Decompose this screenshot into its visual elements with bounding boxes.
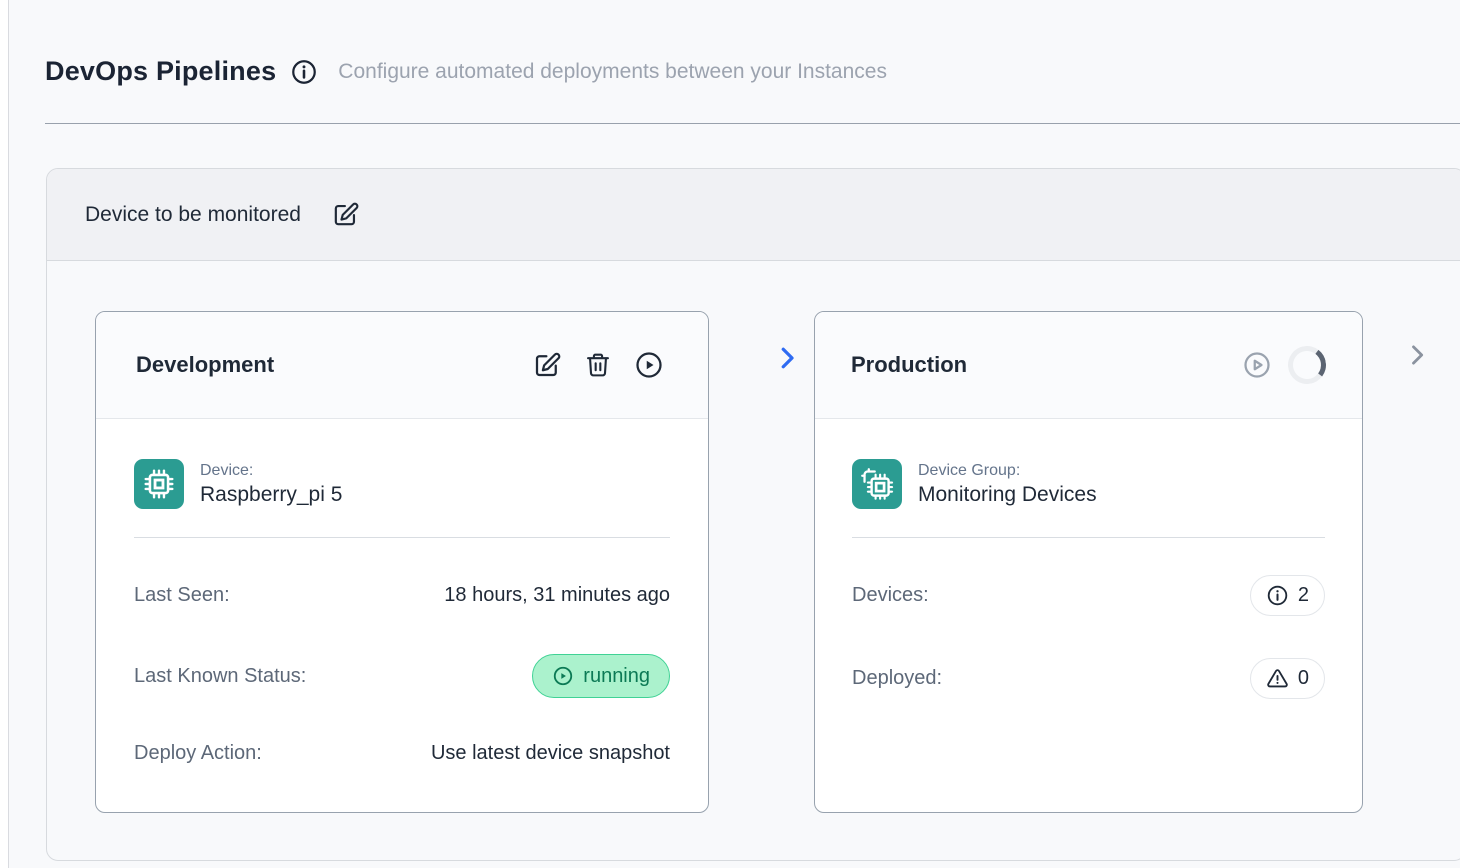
edit-square-icon bbox=[331, 200, 360, 229]
development-card-body: Device: Raspberry_pi 5 Last Seen: 18 hou… bbox=[96, 459, 708, 765]
devops-pipelines-page: DevOps Pipelines Configure automated dep… bbox=[8, 0, 1460, 868]
last-seen-row: Last Seen: 18 hours, 31 minutes ago bbox=[134, 584, 670, 607]
edit-square-icon bbox=[532, 350, 562, 380]
stage-title-development: Development bbox=[136, 352, 274, 378]
device-info: Device: Raspberry_pi 5 bbox=[200, 462, 342, 507]
play-circle-icon bbox=[552, 665, 574, 687]
play-circle-icon bbox=[634, 350, 664, 380]
deployed-label: Deployed: bbox=[852, 667, 942, 690]
edit-pipeline-button[interactable] bbox=[331, 200, 360, 229]
device-group-info: Device Group: Monitoring Devices bbox=[918, 462, 1097, 507]
device-row: Device: Raspberry_pi 5 bbox=[134, 459, 670, 509]
run-stage-button[interactable] bbox=[634, 350, 664, 380]
flow-chevron-right-icon bbox=[772, 341, 802, 380]
stage-card-development: Development bbox=[95, 311, 709, 813]
info-icon[interactable] bbox=[290, 58, 318, 86]
card-divider bbox=[852, 537, 1325, 538]
pipeline-panel: Device to be monitored Development bbox=[46, 168, 1460, 861]
run-stage-button-disabled[interactable] bbox=[1242, 350, 1272, 380]
last-seen-value: 18 hours, 31 minutes ago bbox=[444, 584, 670, 607]
development-card-header: Development bbox=[96, 312, 708, 419]
devices-count-badge[interactable]: 2 bbox=[1250, 575, 1325, 616]
last-seen-label: Last Seen: bbox=[134, 584, 230, 607]
device-group-label: Device Group: bbox=[918, 462, 1097, 480]
card-divider bbox=[134, 537, 670, 538]
stage-card-production: Production bbox=[814, 311, 1363, 813]
production-actions bbox=[1242, 346, 1326, 384]
deployed-row: Deployed: 0 bbox=[852, 658, 1325, 699]
page-subtitle: Configure automated deployments between … bbox=[338, 60, 887, 84]
edit-stage-button[interactable] bbox=[532, 350, 562, 380]
deploy-action-row: Deploy Action: Use latest device snapsho… bbox=[134, 742, 670, 765]
page-header: DevOps Pipelines Configure automated dep… bbox=[45, 56, 887, 87]
status-badge: running bbox=[532, 654, 670, 698]
next-stage-chevron-icon bbox=[1403, 339, 1431, 376]
pipeline-name: Device to be monitored bbox=[85, 203, 301, 227]
status-label: Last Known Status: bbox=[134, 665, 306, 688]
page-divider bbox=[45, 123, 1460, 124]
status-value: running bbox=[583, 665, 650, 688]
device-label: Device: bbox=[200, 462, 342, 480]
devices-label: Devices: bbox=[852, 584, 929, 607]
production-card-body: Device Group: Monitoring Devices Devices… bbox=[815, 459, 1362, 699]
delete-stage-button[interactable] bbox=[584, 351, 612, 379]
production-card-header: Production bbox=[815, 312, 1362, 419]
loading-spinner-icon bbox=[1286, 344, 1329, 387]
device-group-name: Monitoring Devices bbox=[918, 483, 1097, 507]
deploy-action-label: Deploy Action: bbox=[134, 742, 262, 765]
development-actions bbox=[532, 350, 664, 380]
page-title: DevOps Pipelines bbox=[45, 56, 276, 87]
device-name: Raspberry_pi 5 bbox=[200, 483, 342, 507]
deploy-action-value: Use latest device snapshot bbox=[431, 742, 670, 765]
device-group-row: Device Group: Monitoring Devices bbox=[852, 459, 1325, 509]
chip-icon bbox=[134, 459, 184, 509]
last-known-status-row: Last Known Status: running bbox=[134, 654, 670, 698]
chip-group-icon bbox=[852, 459, 902, 509]
warning-triangle-icon bbox=[1266, 667, 1289, 690]
stage-title-production: Production bbox=[851, 352, 967, 378]
devices-count: 2 bbox=[1298, 584, 1309, 607]
play-circle-icon bbox=[1242, 350, 1272, 380]
trash-icon bbox=[584, 351, 612, 379]
devices-row: Devices: 2 bbox=[852, 575, 1325, 616]
screen: DevOps Pipelines Configure automated dep… bbox=[0, 0, 1460, 868]
pipeline-stages: Development bbox=[47, 261, 1460, 860]
info-circle-icon bbox=[1266, 584, 1289, 607]
pipeline-panel-header: Device to be monitored bbox=[47, 169, 1460, 261]
deployed-count: 0 bbox=[1298, 667, 1309, 690]
deployed-count-badge[interactable]: 0 bbox=[1250, 658, 1325, 699]
